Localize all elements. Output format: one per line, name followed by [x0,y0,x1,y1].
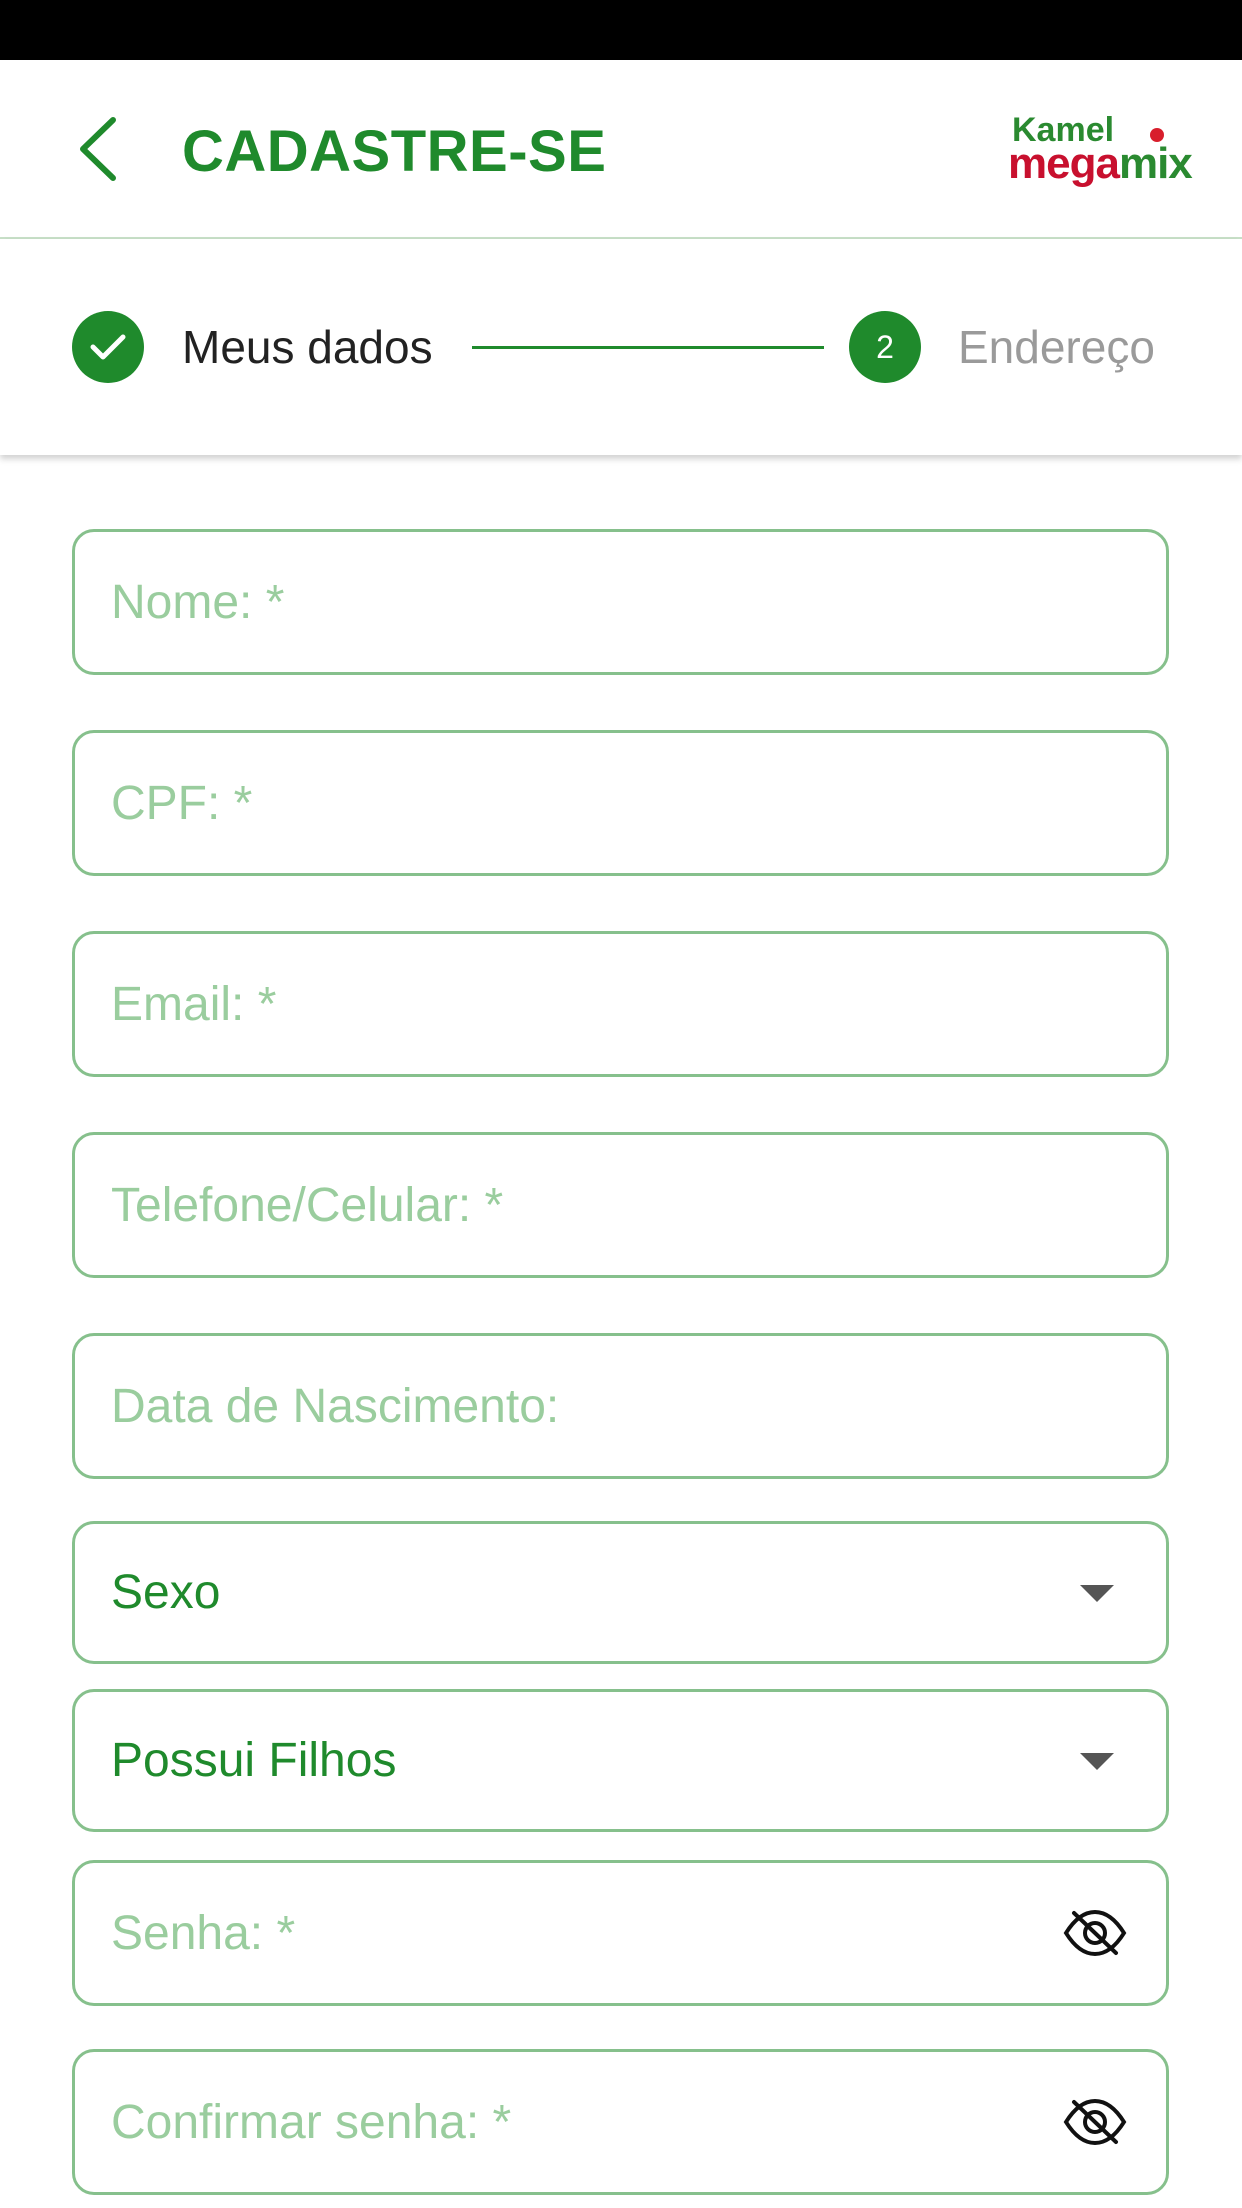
birthdate-placeholder: Data de Nascimento: [111,1379,560,1433]
status-bar [0,0,1242,60]
children-select-value: Possui Filhos [111,1734,397,1787]
step-2-label: Endereço [958,321,1155,373]
eye-off-icon[interactable] [1062,1907,1128,1959]
dropdown-arrow-icon [1080,1752,1114,1770]
brand-logo-mega: mega [1008,139,1120,188]
step-1-label: Meus dados [182,321,433,373]
phone-placeholder: Telefone/Celular: * [111,1178,504,1232]
phone-field[interactable]: Telefone/Celular: * [72,1132,1169,1278]
name-placeholder: Nome: * [111,575,285,629]
cpf-field[interactable]: CPF: * [72,730,1169,876]
cpf-placeholder: CPF: * [111,776,253,830]
name-field[interactable]: Nome: * [72,529,1169,675]
chevron-left-icon [80,117,116,181]
check-icon [90,334,126,360]
email-placeholder: Email: * [111,977,277,1031]
eye-off-icon[interactable] [1062,2096,1128,2148]
brand-logo: Kamel megamix [1008,110,1193,190]
step-connector-line [472,346,824,349]
brand-logo-mix: mix [1118,139,1193,188]
app-header: CADASTRE-SE Kamel megamix [0,60,1242,239]
brand-logo-bottom: megamix [1008,139,1193,188]
step-1-completed-circle [72,311,144,383]
gender-select[interactable]: Sexo [72,1521,1169,1664]
gender-select-value: Sexo [111,1566,221,1619]
birthdate-field[interactable]: Data de Nascimento: [72,1333,1169,1479]
back-button[interactable] [62,104,132,194]
password-field[interactable]: Senha: * [72,1860,1169,2006]
email-field[interactable]: Email: * [72,931,1169,1077]
step-2-circle: 2 [849,311,921,383]
dropdown-arrow-icon [1080,1584,1114,1602]
password-placeholder: Senha: * [111,1906,296,1960]
confirm-password-placeholder: Confirmar senha: * [111,2095,512,2149]
children-select[interactable]: Possui Filhos [72,1689,1169,1832]
page-title: CADASTRE-SE [182,119,607,184]
confirm-password-field[interactable]: Confirmar senha: * [72,2049,1169,2195]
registration-stepper: Meus dados 2 Endereço [0,239,1242,455]
